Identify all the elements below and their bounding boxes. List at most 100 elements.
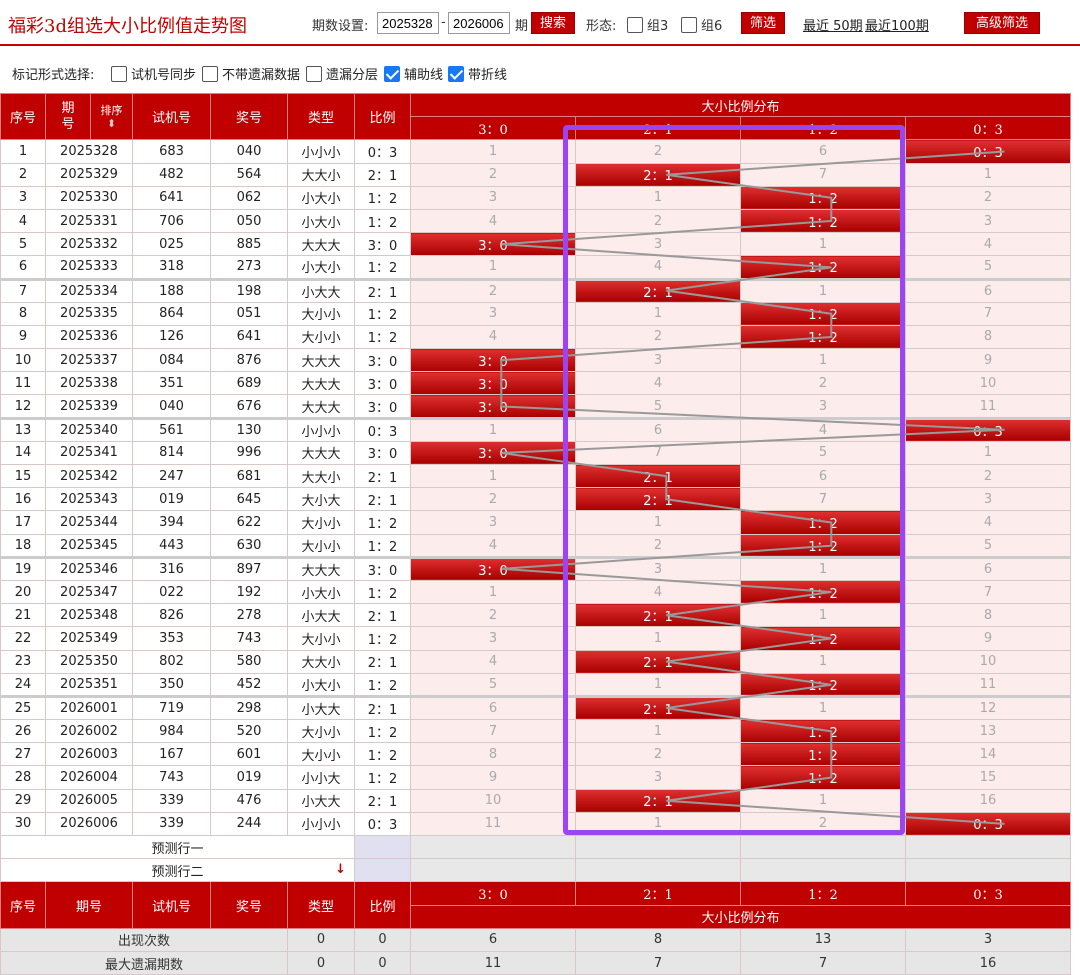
footer-type: 类型 [287,881,355,929]
prediction-row-1-cell[interactable] [410,834,576,860]
stats-type: 0 [287,927,355,952]
table-row: 1 2025328 683 040 小小小 0：3 1 2 6 0：3 [0,139,1072,164]
row-test-number: 706 [132,208,211,234]
row-type: 小小大 [287,765,355,790]
header-prize-number: 奖号 [210,92,288,141]
distribution-hit-cell: 1：2 [740,208,906,234]
prediction-row-2-cell[interactable] [410,858,576,883]
group3-checkbox[interactable] [627,17,643,33]
distribution-miss-cell: 4 [904,510,1072,535]
prediction-row-1[interactable]: 预测行一 [0,834,1072,860]
stats-row: 最大遗漏期数 0 0 11 7 7 16 [0,950,1072,975]
row-seq: 11 [0,371,46,396]
advanced-filter-button[interactable]: 高级筛选 [964,12,1040,34]
footer-test-number: 试机号 [132,881,211,929]
row-type: 小大小 [287,208,355,234]
row-ratio: 2：1 [354,788,411,813]
table-row: 15 2025342 247 681 大大小 2：1 1 2：1 6 2 [0,463,1072,489]
row-test-number: 814 [132,440,211,466]
row-type: 大小小 [287,301,355,326]
row-seq: 29 [0,788,46,813]
row-period: 2025336 [45,324,133,350]
row-period: 2026001 [45,695,133,721]
filter-button[interactable]: 筛选 [741,12,785,34]
row-period: 2025349 [45,626,133,651]
distribution-hit-cell: 3：0 [410,232,576,257]
row-ratio: 1：2 [354,579,411,605]
stats-value: 13 [740,927,906,952]
no-miss-checkbox[interactable] [202,66,218,82]
distribution-miss-cell: 1 [740,348,906,373]
footer-prize-number: 奖号 [210,881,288,929]
header-ratio-21: 2：1 [575,116,741,141]
prediction-row-1-cell[interactable] [904,834,1072,860]
footer-ratio-03: 0：3 [904,881,1072,906]
sync-test-checkbox[interactable] [111,66,127,82]
distribution-miss-cell: 5 [410,672,576,698]
row-period: 2025328 [45,139,133,164]
distribution-miss-cell: 2 [410,603,576,628]
prediction-row-1-cell[interactable] [740,834,906,860]
distribution-hit-cell: 2：1 [575,695,741,721]
prediction-row-1-label: 预测行一 [0,834,355,860]
row-ratio: 1：2 [354,185,411,210]
table-row: 11 2025338 351 689 大大大 3：0 3：0 4 2 10 [0,371,1072,396]
table-row: 30 2026006 339 244 小小小 0：3 11 1 2 0：3 [0,811,1072,837]
top-bar: 福彩3d组选大小比例值走势图 期数设置: - 期 搜索 形态: 组3 组6 筛选… [0,0,1080,46]
shape-label: 形态: [586,19,617,34]
distribution-miss-cell: 3 [410,301,576,326]
period-from-input[interactable] [377,12,439,34]
prediction-row-1-cell[interactable] [575,834,741,860]
distribution-miss-cell: 2 [904,463,1072,489]
distribution-hit-cell: 1：2 [740,185,906,210]
table-row: 18 2025345 443 630 大小小 1：2 4 2 1：2 5 [0,533,1072,559]
prediction-row-2-cell[interactable] [904,858,1072,883]
table-row: 4 2025331 706 050 小大小 1：2 4 2 1：2 3 [0,208,1072,234]
distribution-hit-cell: 1：2 [740,626,906,651]
row-prize-number: 130 [210,417,288,442]
distribution-miss-cell: 7 [904,579,1072,605]
group6-checkbox[interactable] [681,17,697,33]
distribution-hit-cell: 1：2 [740,510,906,535]
row-seq: 22 [0,626,46,651]
prediction-row-2[interactable]: 预测行二 ↓ [0,858,1072,883]
row-ratio: 3：0 [354,394,411,420]
distribution-miss-cell: 5 [904,533,1072,559]
row-period: 2025340 [45,417,133,442]
row-type: 大大大 [287,556,355,581]
period-to-input[interactable] [448,12,510,34]
miss-layer-checkbox[interactable] [306,66,322,82]
row-seq: 28 [0,765,46,790]
aux-line-checkbox[interactable] [384,66,400,82]
row-test-number: 641 [132,185,211,210]
prediction-row-2-cell[interactable] [740,858,906,883]
distribution-miss-cell: 1 [575,626,741,651]
row-ratio: 1：2 [354,208,411,234]
stats-value: 8 [575,927,741,952]
recent-100-link[interactable]: 最近100期 [865,15,929,34]
distribution-miss-cell: 1 [740,695,906,721]
distribution-miss-cell: 3 [410,626,576,651]
search-button[interactable]: 搜索 [531,12,575,34]
row-prize-number: 051 [210,301,288,326]
row-ratio: 1：2 [354,301,411,326]
header-ratio-30: 3：0 [410,116,576,141]
sort-label: 排序 [100,103,123,117]
row-ratio: 1：2 [354,510,411,535]
distribution-miss-cell: 13 [904,719,1072,744]
row-prize-number: 630 [210,533,288,559]
table-row: 26 2026002 984 520 大小小 1：2 7 1 1：2 13 [0,719,1072,744]
prediction-row-1-ratio [354,834,411,860]
row-ratio: 3：0 [354,371,411,396]
distribution-miss-cell: 1 [575,301,741,326]
row-ratio: 0：3 [354,139,411,164]
header-sort[interactable]: 排序 ⬍ [90,92,133,141]
polyline-checkbox[interactable] [448,66,464,82]
recent-50-link[interactable]: 最近 50期 [803,15,863,34]
row-prize-number: 641 [210,324,288,350]
row-period: 2025345 [45,533,133,559]
prediction-row-2-cell[interactable] [575,858,741,883]
row-type: 大小小 [287,533,355,559]
footer-seq: 序号 [0,881,46,929]
distribution-miss-cell: 1 [575,510,741,535]
